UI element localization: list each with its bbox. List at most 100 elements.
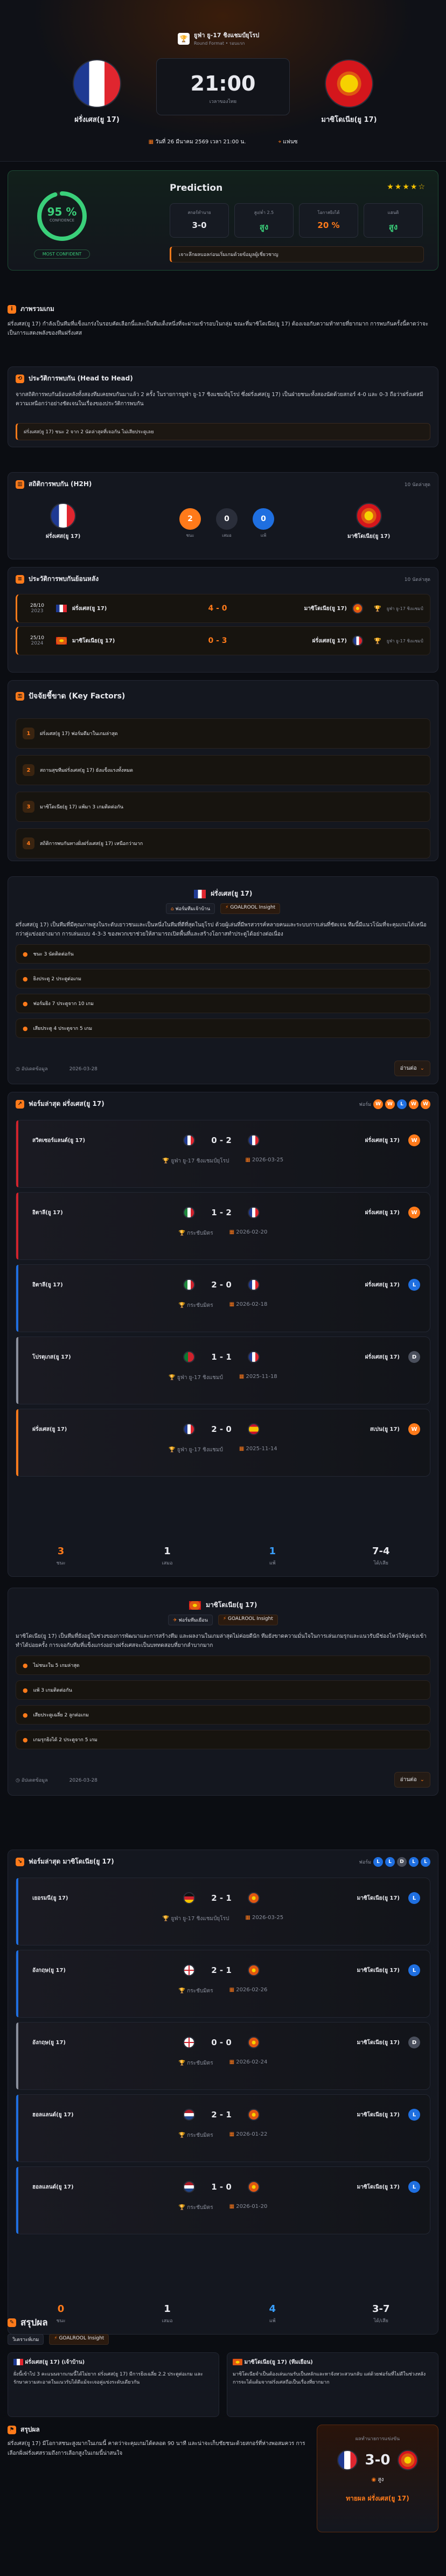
analysis-point-text: ยิงประตู 2 ประตูต่อเกม [33, 977, 81, 982]
key-factor-text: ฝรั่งเศส(ยู 17) ฟอร์มดีมาในเกมล่าสุด [40, 731, 118, 737]
form-match-card[interactable]: อังกฤษ(ยู 17) 2 - 1 มาซิโดเนีย(ยู 17) L 🏆 กร… [16, 1950, 430, 2018]
check-icon: ● [23, 1711, 28, 1719]
form-result-bar [16, 1878, 18, 1945]
trophy-icon: 🏆 [178, 2060, 187, 2066]
trophy-icon: 🏆 [178, 1230, 187, 1236]
h2h-match-row[interactable]: 25/10 2024 มาซิโดเนีย(ยู 17) 0 - 3 ฝรั่งเศส(… [16, 626, 430, 655]
h2h-losses-label: แพ้ [260, 533, 267, 538]
history-icon: ⟲ [16, 374, 24, 383]
summary-conclusion-title: สรุปผล [20, 2426, 40, 2433]
h2h-draws-label: เสมอ [222, 533, 232, 538]
home-update-label: อัปเดตข้อมูล [21, 1066, 48, 1072]
h2h-intro-note: ฝรั่งเศส(ยู 17) ชนะ 2 จาก 2 นัดล่าสุดที่… [16, 423, 430, 440]
form-match-card[interactable]: สวิตเซอร์แลนด์(ยู 17) 0 - 2 ฝรั่งเศส(ยู 17… [16, 1120, 430, 1188]
form-stat-label: แพ้ [269, 1561, 276, 1566]
h2h-away-name: มาซิโดเนีย(ยู 17) [347, 534, 391, 539]
away-team[interactable]: มาซิโดเนีย(ยู 17) [311, 59, 387, 125]
home-team[interactable]: ฝรั่งเศส(ยู 17) [59, 59, 135, 125]
prediction-box: แฮนดิ สูง [364, 203, 423, 238]
form-date: 2025-11-14 [246, 1446, 277, 1452]
form-match-card[interactable]: อิตาลี(ยู 17) 2 - 0 ฝรั่งเศส(ยู 17) L 🏆 กระช… [16, 1264, 430, 1332]
form-stat: 1 แพ้ [269, 1546, 276, 1567]
trophy-icon: 🏆 [374, 605, 381, 612]
form-badge: W [385, 1099, 395, 1109]
form-stat: 7-4 ได้/เสีย [372, 1546, 390, 1567]
home-analysis-card: ฝรั่งเศส(ยู 17) ⌂ ฟอร์มทีมเจ้าบ้าน ⚡ GOA… [8, 876, 438, 1084]
form-home-flag [183, 1423, 195, 1435]
key-factors-list: 1 ฝรั่งเศส(ยู 17) ฟอร์มดีมาในเกมล่าสุด 2 สถ… [8, 709, 438, 858]
form-comp: กระชับมิตร [187, 1988, 213, 1994]
h2h-match-row[interactable]: 28/10 2023 ฝรั่งเศส(ยู 17) 4 - 0 มาซิโดเนีย(… [16, 594, 430, 623]
clock-icon: ◷ [16, 1777, 22, 1783]
home-team-name: ฝรั่งเศส(ยู 17) [74, 116, 120, 124]
form-result-badge: W [408, 1134, 420, 1146]
home-read-more-button[interactable]: อ่านต่อ ⌄ [394, 1061, 430, 1076]
analysis-point: ● เกมรุกยิงได้ 2 ประตูจาก 5 เกม [16, 1730, 430, 1749]
trend-icon: ↗ [16, 1099, 24, 1109]
calendar-icon: ▦ [229, 2131, 236, 2137]
calendar-icon: ▦ [148, 139, 156, 145]
list-icon: ≡ [16, 574, 24, 584]
away-read-more-button[interactable]: อ่านต่อ ⌄ [394, 1772, 430, 1788]
match-venue: แฟนซ [283, 139, 298, 145]
form-match-card[interactable]: โปรตุเกส(ยู 17) 1 - 1 ฝรั่งเศส(ยู 17) D 🏆 ยู… [16, 1337, 430, 1404]
form-comp: กระชับมิตร [187, 2132, 213, 2138]
form-match-card[interactable]: อังกฤษ(ยู 17) 0 - 0 มาซิโดเนีย(ยู 17) D 🏆 กร… [16, 2022, 430, 2090]
analysis-point: ● แพ้ 3 เกมติดต่อกัน [16, 1680, 430, 1700]
form-badge: W [409, 1099, 419, 1109]
h2h-match-comp: ยูฟ่า ยู-17 ชิงแชมป์ [386, 606, 423, 611]
form-comp: ยูฟ่า ยู-17 ชิงแชมป์ยุโรป [171, 1916, 229, 1922]
form-result-badge: L [408, 1279, 420, 1291]
analysis-point-text: เสียประตู 4 ประตูจาก 5 เกม [33, 1026, 93, 1031]
key-factor-text: สถิติการพบกันทางฝั่งฝรั่งเศส(ยู 17) เหนื… [40, 841, 143, 847]
form-match-card[interactable]: ฮอลแลนด์(ยู 17) 2 - 1 มาซิโดเนีย(ยู 17) L 🏆 … [16, 2094, 430, 2162]
form-home-name: อังกฤษ(ยู 17) [32, 1967, 66, 1973]
form-result-bar [16, 1120, 18, 1187]
form-result-badge: W [408, 1207, 420, 1218]
pred-result-sub: สูง [378, 2477, 384, 2483]
form-badge: W [421, 1099, 430, 1109]
check-icon: ● [23, 1686, 28, 1694]
h2h-intro-note-text: ฝรั่งเศส(ยู 17) ชนะ 2 จาก 2 นัดล่าสุดที่… [24, 430, 154, 435]
form-away-flag [248, 1351, 260, 1363]
form-home-name: โปรตุเกส(ยู 17) [32, 1354, 71, 1360]
form-result-bar [16, 2023, 18, 2089]
form-comp: ยูฟ่า ยู-17 ชิงแชมป์ [177, 1447, 223, 1453]
home-flag [73, 59, 121, 108]
form-stat: 3 ชนะ [56, 1546, 65, 1567]
h2h-match-year: 2024 [31, 641, 44, 646]
analysis-point-text: ไม่ชนะใน 5 เกมล่าสุด [33, 1663, 80, 1668]
form-date: 2026-01-22 [236, 2131, 268, 2137]
form-home-flag [183, 1892, 195, 1904]
confidence-badge: MOST CONFIDENT [34, 250, 90, 259]
pred-result-score: 3-0 [365, 2452, 391, 2468]
form-result-bar [16, 1409, 18, 1476]
h2h-match-date: 28/10 [30, 603, 44, 608]
h2h-match-comp: ยูฟ่า ยู-17 ชิงแชมป์ [386, 638, 423, 643]
form-home-flag [183, 1279, 195, 1291]
form-result-bar [16, 1337, 18, 1404]
home-form-stats: 3 ชนะ 1 เสมอ 1 แพ้ 7-4 ได้/เสีย [8, 1539, 438, 1573]
form-match-card[interactable]: อิตาลี(ยู 17) 1 - 2 ฝรั่งเศส(ยู 17) W 🏆 กระช… [16, 1192, 430, 1260]
form-home-name: ฝรั่งเศส(ยู 17) [32, 1426, 67, 1432]
form-match-card[interactable]: ฮอลแลนด์(ยู 17) 1 - 0 มาซิโดเนีย(ยู 17) L 🏆 … [16, 2166, 430, 2234]
flag-icon: ⚑ [8, 2425, 16, 2434]
form-home-name: สวิตเซอร์แลนด์(ยู 17) [32, 1137, 86, 1144]
prediction-box-value: 3-0 [192, 220, 207, 230]
form-away-flag [248, 2181, 260, 2193]
form-home-name: ฮอลแลนด์(ยู 17) [32, 2111, 74, 2118]
trophy-icon: 🏆 [162, 1158, 171, 1164]
form-badge: L [409, 1857, 419, 1867]
away-update-label: อัปเดตข้อมูล [21, 1777, 48, 1783]
form-match-card[interactable]: เยอรมนี(ยู 17) 2 - 1 มาซิโดเนีย(ยู 17) L 🏆 ย… [16, 1878, 430, 1945]
summary-tag-insight: ⚡ GOALROOL Insight [49, 2334, 109, 2345]
analysis-point-text: ชนะ 3 นัดติดต่อกัน [33, 952, 74, 957]
trend-icon: ↘ [16, 1857, 24, 1866]
h2h-match-home: ฝรั่งเศส(ยู 17) [72, 605, 107, 612]
prediction-box: สูง/ต่ำ 2.5 สูง [234, 203, 294, 238]
h2h-match-away: ฝรั่งเศส(ยู 17) [312, 638, 347, 644]
form-match-card[interactable]: ฝรั่งเศส(ยู 17) 2 - 0 สเปน(ยู 17) W 🏆 ยูฟ่า … [16, 1409, 430, 1477]
prediction-box: สกอร์ทำนาย 3-0 [170, 203, 229, 238]
form-away-flag [248, 1892, 260, 1904]
form-result-badge: L [408, 2109, 420, 2121]
